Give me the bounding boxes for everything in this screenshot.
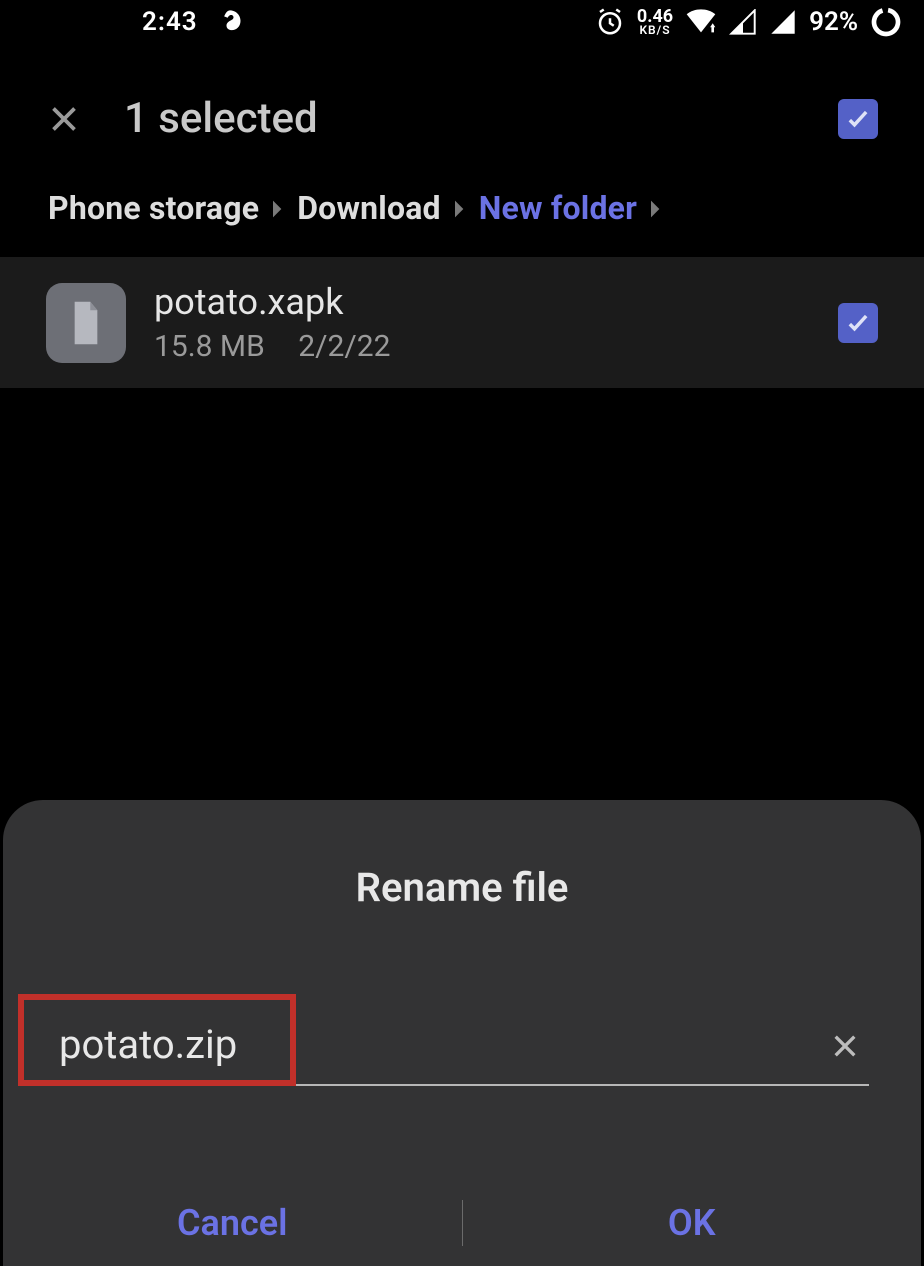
- file-type-icon: [46, 283, 126, 363]
- chevron-right-icon: [271, 189, 285, 227]
- net-speed: 0.46 KB/S: [637, 9, 673, 36]
- selection-count: 1 selected: [124, 94, 318, 143]
- clear-input-icon[interactable]: [821, 1022, 869, 1074]
- status-time: 2:43: [142, 7, 198, 37]
- file-size: 15.8 MB: [154, 329, 265, 364]
- cancel-button[interactable]: Cancel: [3, 1196, 462, 1250]
- ok-button[interactable]: OK: [463, 1196, 922, 1250]
- chevron-right-icon: [453, 189, 467, 227]
- alarm-icon: [595, 7, 625, 37]
- signal-1-icon: [729, 9, 757, 35]
- status-bar: 2:43 0.46 KB/S 92%: [0, 0, 924, 44]
- rename-dialog: Rename file Cancel OK: [3, 800, 921, 1266]
- battery-percentage: 92%: [809, 7, 858, 37]
- breadcrumb-leaf[interactable]: New folder: [479, 189, 637, 227]
- breadcrumb-mid[interactable]: Download: [297, 189, 441, 227]
- file-checkbox[interactable]: [838, 303, 878, 343]
- rename-input[interactable]: [55, 1011, 821, 1084]
- chevron-right-icon: [649, 189, 663, 227]
- close-icon[interactable]: [46, 101, 82, 137]
- battery-ring-icon: [870, 6, 902, 38]
- selection-header: 1 selected: [0, 44, 924, 189]
- dialog-title: Rename file: [3, 864, 921, 911]
- breadcrumb-root[interactable]: Phone storage: [48, 189, 259, 227]
- breadcrumb: Phone storage Download New folder: [0, 189, 924, 257]
- wifi-icon: [685, 9, 717, 35]
- file-name: potato.xapk: [154, 281, 810, 323]
- app-indicator-icon: [216, 8, 244, 36]
- select-all-checkbox[interactable]: [838, 99, 878, 139]
- file-date: 2/2/22: [298, 329, 390, 364]
- file-row[interactable]: potato.xapk 15.8 MB 2/2/22: [0, 257, 924, 388]
- file-list: potato.xapk 15.8 MB 2/2/22: [0, 257, 924, 388]
- signal-2-icon: [769, 9, 797, 35]
